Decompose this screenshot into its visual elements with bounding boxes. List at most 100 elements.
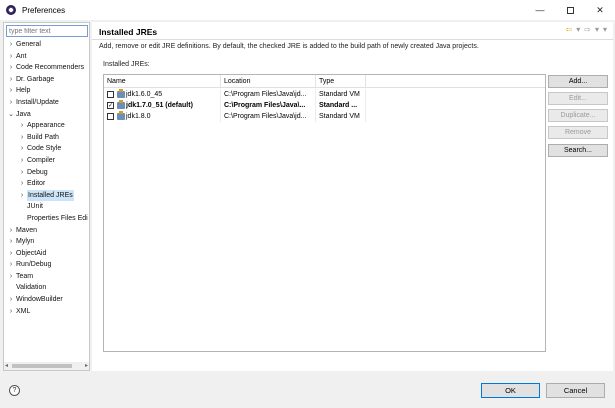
chevron-right-icon[interactable]: ›	[7, 294, 15, 306]
forward-menu-icon[interactable]: ▾	[595, 25, 599, 34]
tree-item[interactable]: › Code Style	[4, 143, 89, 155]
table-row[interactable]: jdk1.8.0 C:\Program Files\Java\jd... Stand…	[104, 111, 545, 122]
tree-item[interactable]: › Build Path	[4, 132, 89, 144]
table-row[interactable]: ✓ jdk1.7.0_51 (default) C:\Program Files\J…	[104, 100, 545, 111]
tree-item-label: WindowBuilder	[16, 296, 63, 304]
scroll-thumb[interactable]	[12, 364, 72, 368]
edit-button[interactable]: Edit...	[548, 92, 608, 105]
tree-item[interactable]: › Maven	[4, 225, 89, 237]
back-menu-icon[interactable]: ▾	[576, 25, 580, 34]
chevron-right-icon[interactable]: ›	[18, 178, 26, 190]
jre-name-cell: jdk1.6.0_45	[104, 89, 221, 100]
default-jre-checkbox[interactable]: ✓	[107, 102, 114, 109]
tree-item-label: ObjectAid	[16, 249, 47, 257]
forward-icon[interactable]: ⇨	[584, 25, 591, 34]
jre-type-cell: Standard VM	[319, 89, 366, 100]
tree-item[interactable]: › Dr. Garbage	[4, 74, 89, 86]
chevron-right-icon[interactable]: ›	[7, 248, 15, 260]
scroll-left-icon[interactable]: ◂	[5, 362, 8, 370]
chevron-right-icon[interactable]: ›	[7, 225, 15, 237]
chevron-right-icon[interactable]: ›	[7, 259, 15, 271]
jre-name-cell: jdk1.8.0	[104, 111, 221, 122]
chevron-right-icon[interactable]: ›	[18, 190, 26, 202]
cancel-button[interactable]: Cancel	[546, 383, 605, 398]
tree-item-label: Dr. Garbage	[16, 75, 55, 83]
maximize-icon	[566, 6, 574, 14]
remove-button[interactable]: Remove	[548, 126, 608, 139]
jre-library-icon	[117, 89, 125, 98]
chevron-right-icon[interactable]: ›	[7, 236, 15, 248]
chevron-right-icon[interactable]: ›	[7, 39, 15, 51]
column-header-location[interactable]: Location	[221, 75, 316, 88]
tree-item-label: Maven	[16, 226, 38, 234]
column-header-name[interactable]: Name	[104, 75, 221, 88]
tree-item-label: XML	[16, 307, 31, 315]
chevron-right-icon[interactable]: ›	[18, 167, 26, 179]
expanded-chevron-icon[interactable]: ⌄	[7, 109, 15, 121]
chevron-right-icon[interactable]: ›	[18, 132, 26, 144]
tree-item[interactable]: › General	[4, 39, 89, 51]
divider	[92, 39, 613, 40]
tree-item[interactable]: › ObjectAid	[4, 248, 89, 260]
page-navigation: ⇦ ▾ ⇨ ▾ ▾	[566, 25, 607, 34]
tree-item[interactable]: › WindowBuilder	[4, 294, 89, 306]
help-icon[interactable]: ?	[9, 385, 20, 396]
tree-item[interactable]: › Run/Debug	[4, 259, 89, 271]
minimize-button[interactable]: —	[525, 0, 555, 20]
chevron-right-icon[interactable]: ›	[7, 74, 15, 86]
tree-item[interactable]: › Install/Update	[4, 97, 89, 109]
tree-item[interactable]: Validation	[4, 282, 89, 294]
chevron-right-icon[interactable]: ›	[18, 120, 26, 132]
tree-item[interactable]: › Code Recommenders	[4, 62, 89, 74]
default-jre-checkbox[interactable]	[107, 91, 114, 98]
chevron-right-icon[interactable]: ›	[7, 62, 15, 74]
tree-item[interactable]: › Ant	[4, 51, 89, 63]
tree-item[interactable]: › Mylyn	[4, 236, 89, 248]
page-description: Add, remove or edit JRE definitions. By …	[99, 43, 479, 50]
chevron-right-icon[interactable]: ›	[7, 85, 15, 97]
window-title: Preferences	[22, 5, 66, 15]
tree-item[interactable]: › Debug	[4, 167, 89, 179]
column-header-type[interactable]: Type	[316, 75, 366, 88]
table-row[interactable]: jdk1.6.0_45 C:\Program Files\Java\jd... St…	[104, 89, 545, 100]
tree-item-label: Debug	[27, 168, 48, 176]
jre-library-icon	[117, 111, 125, 120]
horizontal-scrollbar[interactable]: ◂ ▸	[4, 362, 89, 370]
preferences-tree: › General › Ant › Code Recommenders › Dr. Garba…	[4, 39, 89, 318]
tree-item[interactable]: › Editor	[4, 178, 89, 190]
chevron-right-icon[interactable]: ›	[7, 97, 15, 109]
add-button[interactable]: Add...	[548, 75, 608, 88]
tree-item[interactable]: › Help	[4, 85, 89, 97]
chevron-right-icon[interactable]: ›	[18, 155, 26, 167]
chevron-right-icon[interactable]: ›	[7, 271, 15, 283]
duplicate-button[interactable]: Duplicate...	[548, 109, 608, 122]
tree-item[interactable]: › Compiler	[4, 155, 89, 167]
chevron-right-icon[interactable]: ›	[18, 143, 26, 155]
tree-item-label: Build Path	[27, 133, 59, 141]
filter-input[interactable]	[6, 25, 88, 37]
tree-item[interactable]: › Appearance	[4, 120, 89, 132]
tree-item[interactable]: › XML	[4, 306, 89, 318]
installed-jres-page: Installed JREs ⇦ ▾ ⇨ ▾ ▾ Add, remove or …	[92, 22, 613, 371]
tree-item-label: Code Recommenders	[16, 64, 85, 72]
chevron-right-icon[interactable]: ›	[7, 51, 15, 63]
jre-name-cell: ✓ jdk1.7.0_51 (default)	[104, 100, 221, 111]
scroll-right-icon[interactable]: ▸	[85, 362, 88, 370]
tree-item-label: Team	[16, 272, 34, 280]
view-menu-icon[interactable]: ▾	[603, 25, 607, 34]
tree-item-label: Properties Files Edi	[27, 214, 88, 222]
default-jre-checkbox[interactable]	[107, 113, 114, 120]
back-icon[interactable]: ⇦	[566, 25, 573, 34]
search-button[interactable]: Search...	[548, 144, 608, 157]
close-button[interactable]: ✕	[585, 0, 615, 20]
tree-item[interactable]: › Team	[4, 271, 89, 283]
maximize-button[interactable]	[555, 0, 585, 20]
tree-item[interactable]: Properties Files Edi	[4, 213, 89, 225]
chevron-right-icon[interactable]: ›	[7, 306, 15, 318]
jre-name: jdk1.8.0	[126, 113, 151, 120]
tree-item-label: Run/Debug	[16, 261, 52, 269]
tree-item[interactable]: › Installed JREs	[4, 189, 89, 202]
tree-item[interactable]: JUnit	[4, 201, 89, 213]
tree-item[interactable]: ⌄ Java	[4, 109, 89, 121]
ok-button[interactable]: OK	[481, 383, 540, 398]
